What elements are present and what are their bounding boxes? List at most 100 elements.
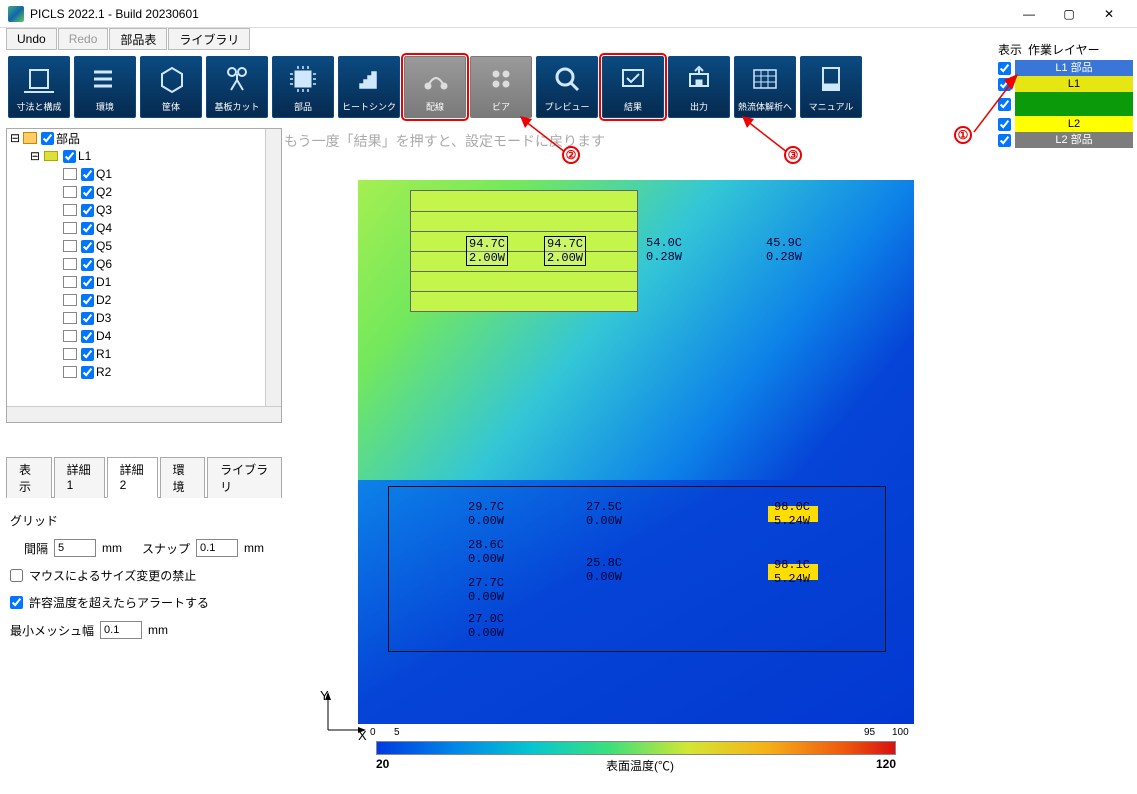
tab-詳細1[interactable]: 詳細1 [54,457,105,498]
maximize-button[interactable]: ▢ [1049,0,1089,28]
tree-item-checkbox[interactable] [81,330,94,343]
component-label: 29.7C 0.00W [468,500,504,528]
toolbar-button-5[interactable]: ヒートシンク [338,56,400,118]
toolbar-icon [552,57,582,100]
callout-1: ① [954,126,972,144]
tree-item-checkbox[interactable] [81,204,94,217]
component-label: 25.8C 0.00W [586,556,622,584]
toolbar-icon [684,57,714,100]
tree-parts-checkbox[interactable] [41,132,54,145]
toolbar-button-10[interactable]: 出力 [668,56,730,118]
tree-item[interactable]: D3 [96,311,111,325]
toolbar-button-3[interactable]: 基板カット [206,56,268,118]
tree-item[interactable]: Q1 [96,167,112,181]
component-icon [63,240,77,252]
component-label: 98.1C 5.24W [774,558,810,586]
component-icon [63,222,77,234]
layer-header-show: 表示 [998,41,1028,58]
heatmap-canvas[interactable]: 94.7C 2.00W94.7C 2.00W54.0C 0.28W45.9C 0… [358,180,914,724]
tree-item[interactable]: D4 [96,329,111,343]
toolbar-button-2[interactable]: 筐体 [140,56,202,118]
tree-l1-checkbox[interactable] [63,150,76,163]
toolbar-button-4[interactable]: 部品 [272,56,334,118]
property-tabs: 表示詳細1詳細2環境ライブラリ [6,457,282,498]
annotation-arrow [972,72,1022,142]
toolbar-button-6[interactable]: 配線 [404,56,466,118]
tree-item-checkbox[interactable] [81,276,94,289]
tree-item[interactable]: Q3 [96,203,112,217]
alert-checkbox[interactable] [10,596,23,609]
snap-label: スナップ [142,540,190,557]
tree-root[interactable]: 部品 [56,130,80,147]
parts-list-button[interactable]: 部品表 [109,28,167,50]
interval-input[interactable] [54,539,96,557]
minmesh-input[interactable] [100,621,142,639]
toolbar-icon [618,57,648,100]
mouse-resize-checkbox[interactable] [10,569,23,582]
tree-item-checkbox[interactable] [81,258,94,271]
parts-tree[interactable]: ⊟ 部品 ⊟ L1 Q1 Q2 Q3 Q4 Q5 Q6 D1 D2 D3 D4 R1 R2 [6,128,282,423]
tree-item[interactable]: D2 [96,293,111,307]
detail2-panel: グリッド 間隔 mm スナップ mm マウスによるサイズ変更の禁止 許容温度を超… [6,497,282,663]
minimize-button[interactable]: — [1009,0,1049,28]
library-button[interactable]: ライブラリ [168,28,250,50]
toolbar-icon [750,57,780,100]
layer-chip[interactable]: L2 [1015,116,1133,132]
collapse-icon[interactable]: ⊟ [9,131,21,145]
tree-item[interactable]: R2 [96,365,111,379]
layer-chip[interactable]: L1 [1015,76,1133,92]
tab-ライブラリ[interactable]: ライブラリ [207,457,282,498]
redo-button[interactable]: Redo [58,28,109,50]
tab-詳細2[interactable]: 詳細2 [107,457,158,498]
close-button[interactable]: ✕ [1089,0,1129,28]
collapse-icon[interactable]: ⊟ [29,149,41,163]
layer-chip[interactable] [1015,92,1133,116]
color-legend: 0 5 95 100 20 表面温度(℃) 120 [376,727,896,774]
toolbar-button-8[interactable]: プレビュー [536,56,598,118]
tree-l1[interactable]: L1 [78,149,91,163]
unit-label: mm [244,541,264,555]
tree-item[interactable]: Q5 [96,239,112,253]
tree-item[interactable]: Q4 [96,221,112,235]
component-icon [63,348,77,360]
alert-label: 許容温度を超えたらアラートする [29,594,209,611]
unit-label: mm [102,541,122,555]
layer-chip[interactable]: L1 部品 [1015,60,1133,76]
tab-環境[interactable]: 環境 [160,457,206,498]
tree-item-checkbox[interactable] [81,168,94,181]
tree-item-checkbox[interactable] [81,312,94,325]
tree-item[interactable]: R1 [96,347,111,361]
toolbar-button-12[interactable]: マニュアル [800,56,862,118]
component-icon [63,168,77,180]
tree-item-checkbox[interactable] [81,240,94,253]
component-block-top [410,190,638,312]
callout-2: ② [562,146,580,164]
legend-min: 20 [376,757,404,774]
component-icon [63,330,77,342]
toolbar: 寸法と構成環境筐体基板カット部品ヒートシンク配線ビアプレビュー結果出力熱流体解析… [0,50,1137,122]
layer-chip[interactable]: L2 部品 [1015,132,1133,148]
tree-item[interactable]: D1 [96,275,111,289]
tree-item-checkbox[interactable] [81,222,94,235]
tree-item[interactable]: Q6 [96,257,112,271]
component-label: 98.0C 5.24W [774,500,810,528]
undo-button[interactable]: Undo [6,28,57,50]
snap-input[interactable] [196,539,238,557]
tree-horizontal-scrollbar[interactable] [7,406,281,422]
tree-item-checkbox[interactable] [81,186,94,199]
toolbar-button-1[interactable]: 環境 [74,56,136,118]
toolbar-button-0[interactable]: 寸法と構成 [8,56,70,118]
toolbar-button-9[interactable]: 結果 [602,56,664,118]
tab-表示[interactable]: 表示 [6,457,52,498]
tree-item-checkbox[interactable] [81,366,94,379]
component-label: 54.0C 0.28W [646,236,682,264]
tree-item[interactable]: Q2 [96,185,112,199]
titlebar: PICLS 2022.1 - Build 20230601 — ▢ ✕ [0,0,1137,28]
tree-item-checkbox[interactable] [81,294,94,307]
toolbar-button-7[interactable]: ビア [470,56,532,118]
folder-icon [23,132,37,144]
toolbar-button-11[interactable]: 熱流体解析へ [734,56,796,118]
component-icon [63,258,77,270]
tree-vertical-scrollbar[interactable] [265,129,281,406]
tree-item-checkbox[interactable] [81,348,94,361]
